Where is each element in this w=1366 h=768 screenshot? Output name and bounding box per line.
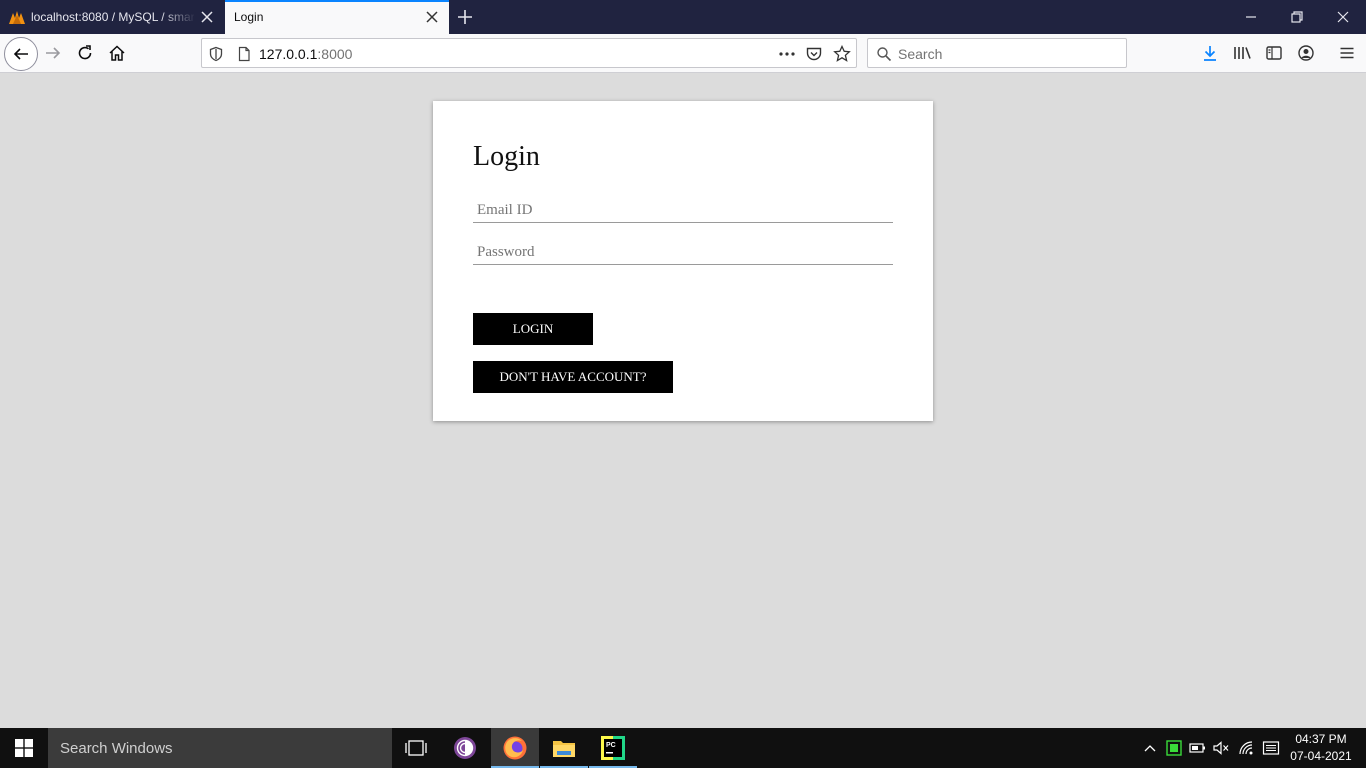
email-field [473, 199, 893, 223]
back-arrow-icon [13, 48, 28, 60]
svg-text:PC: PC [606, 742, 616, 749]
page-info-icon[interactable] [236, 46, 252, 62]
pocket-icon[interactable] [805, 45, 823, 63]
language-button[interactable] [1261, 738, 1281, 758]
search-placeholder: Search [898, 46, 943, 62]
page-title: Login [473, 141, 540, 172]
password-input[interactable] [473, 241, 893, 263]
tray-app-button[interactable] [1164, 738, 1184, 758]
taskbar-search-placeholder: Search Windows [60, 740, 173, 757]
password-field [473, 241, 893, 265]
close-window-icon[interactable] [1331, 5, 1355, 29]
tab-close-icon[interactable] [423, 8, 441, 26]
sidebar-icon [1266, 46, 1282, 60]
reload-button[interactable] [71, 39, 99, 67]
phpmyadmin-icon [9, 11, 25, 24]
sidebar-button[interactable] [1260, 39, 1288, 67]
task-view-button[interactable] [392, 728, 440, 768]
clock-date: 07-04-2021 [1290, 749, 1352, 763]
green-app-icon [1166, 740, 1182, 756]
url-host: 127.0.0.1 [259, 46, 318, 62]
taskbar-clock[interactable]: 04:37 PM 07-04-2021 [1290, 731, 1352, 765]
tor-browser-icon [454, 737, 476, 759]
login-button[interactable]: LOGIN [473, 313, 593, 345]
file-explorer-app[interactable] [540, 728, 588, 768]
menu-button[interactable] [1333, 39, 1361, 67]
search-bar[interactable]: Search [867, 38, 1127, 68]
pycharm-app[interactable]: PC [589, 728, 637, 768]
url-port: :8000 [317, 46, 353, 62]
browser-titlebar: localhost:8080 / MySQL / smart Login [0, 0, 1366, 34]
new-tab-icon[interactable] [454, 6, 476, 28]
download-icon [1204, 46, 1216, 61]
pycharm-icon: PC [601, 736, 625, 760]
email-input[interactable] [473, 199, 893, 221]
account-button[interactable] [1292, 39, 1320, 67]
windows-logo-icon [15, 739, 33, 757]
forward-arrow-icon [46, 47, 61, 59]
tab-login[interactable]: Login [225, 0, 449, 34]
battery-button[interactable] [1188, 738, 1208, 758]
downloads-button[interactable] [1196, 39, 1224, 67]
volume-muted-icon [1213, 741, 1229, 755]
home-button[interactable] [103, 39, 131, 67]
login-card: Login LOGIN DON'T HAVE ACCOUNT? [433, 101, 933, 421]
minimize-icon[interactable] [1239, 5, 1263, 29]
clock-time: 04:37 PM [1295, 732, 1347, 746]
account-icon [1298, 45, 1314, 61]
tab-phpmyadmin[interactable]: localhost:8080 / MySQL / smart [0, 0, 224, 34]
signup-button[interactable]: DON'T HAVE ACCOUNT? [473, 361, 673, 393]
start-button[interactable] [0, 728, 48, 768]
task-view-icon [405, 740, 427, 756]
taskbar-search[interactable]: Search Windows [48, 728, 392, 768]
tracking-shield-icon[interactable] [208, 46, 224, 62]
tor-browser-app[interactable] [441, 728, 489, 768]
tab-close-icon[interactable] [198, 8, 216, 26]
file-explorer-icon [553, 741, 575, 757]
wifi-icon [1239, 741, 1253, 755]
back-button[interactable] [4, 37, 38, 71]
reload-icon [78, 45, 92, 60]
hamburger-menu-icon [1340, 47, 1354, 59]
address-bar[interactable]: 127.0.0.1:8000 [201, 38, 857, 68]
restore-icon[interactable] [1285, 5, 1309, 29]
nav-toolbar: 127.0.0.1:8000 Search [0, 34, 1366, 73]
windows-taskbar: Search Windows PC 04:37 PM 07-04-2021 [0, 728, 1366, 768]
forward-button[interactable] [39, 39, 67, 67]
home-icon [109, 45, 125, 61]
tab-title: Login [234, 10, 264, 24]
firefox-app[interactable] [491, 728, 539, 768]
battery-icon [1189, 743, 1205, 753]
volume-button[interactable] [1211, 738, 1231, 758]
network-button[interactable] [1237, 738, 1257, 758]
library-icon [1234, 47, 1251, 59]
chevron-up-icon [1144, 745, 1156, 752]
page-actions-icon[interactable] [778, 46, 796, 62]
keyboard-icon [1262, 741, 1280, 755]
search-icon [877, 47, 892, 62]
show-hidden-icons-button[interactable] [1140, 738, 1160, 758]
firefox-icon [503, 736, 527, 760]
bookmark-star-icon[interactable] [833, 45, 851, 63]
url-text: 127.0.0.1:8000 [259, 46, 352, 62]
library-button[interactable] [1228, 39, 1256, 67]
